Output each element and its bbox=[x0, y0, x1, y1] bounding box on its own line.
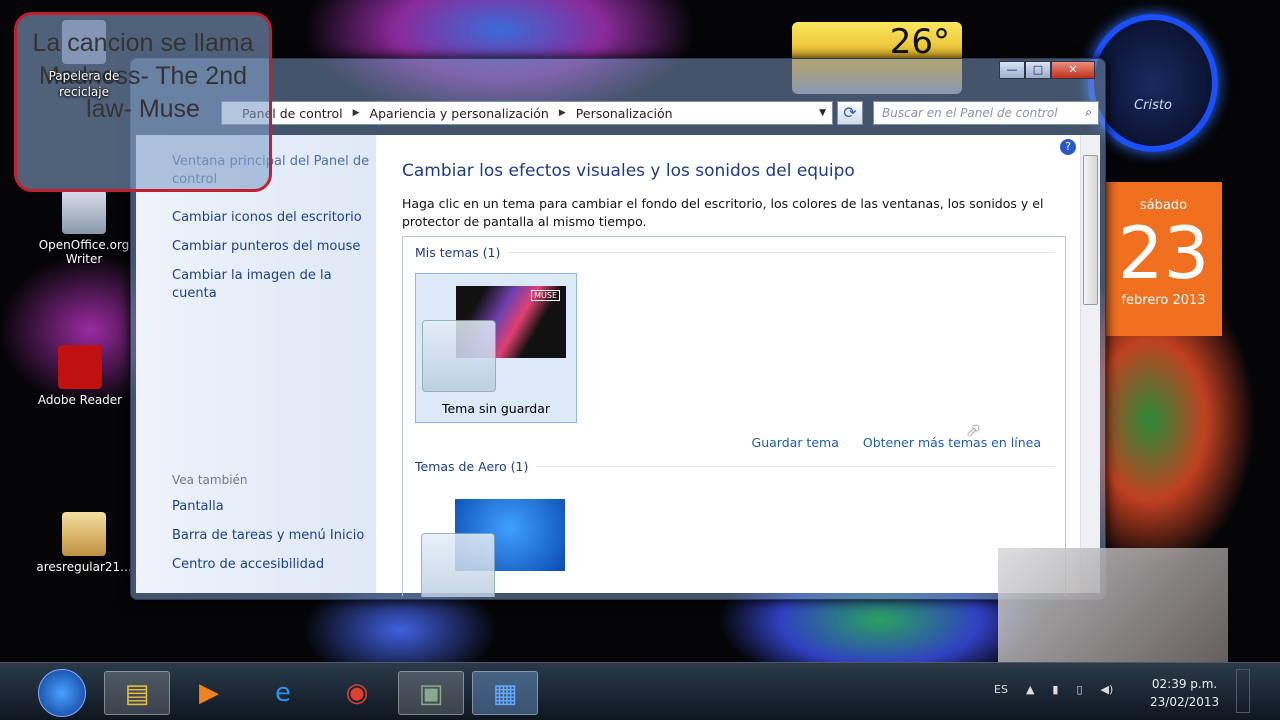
theme-actions: Guardar tema Obtener más temas en línea bbox=[752, 435, 1041, 450]
crumb-appearance[interactable]: Apariencia y personalización bbox=[370, 106, 549, 121]
page-description: Haga clic en un tema para cambiar el fon… bbox=[402, 196, 1044, 229]
themes-list: Mis temas (1) MUSE Tema sin guardar Guar… bbox=[402, 236, 1066, 597]
clock-time: 02:39 p.m. bbox=[1151, 677, 1218, 691]
language-indicator[interactable]: ES bbox=[994, 683, 1008, 696]
see-also: Vea también Pantalla Barra de tareas y m… bbox=[172, 473, 364, 585]
icon-label: Adobe Reader bbox=[37, 393, 123, 407]
taskbar-clock[interactable]: 02:39 p.m. 23/02/2013 bbox=[1150, 675, 1219, 711]
scrollbar-thumb[interactable] bbox=[1083, 155, 1098, 305]
address-bar[interactable]: Panel de control ▶ Apariencia y personali… bbox=[221, 101, 833, 125]
window-color-swatch bbox=[421, 533, 495, 597]
page-title: Cambiar los efectos visuales y los sonid… bbox=[402, 161, 855, 181]
group-label: Temas de Aero (1) bbox=[415, 459, 529, 474]
theme-windows7[interactable] bbox=[415, 487, 577, 597]
main-content: ? Cambiar los efectos visuales y los son… bbox=[376, 135, 1080, 597]
dropdown-icon[interactable]: ▼ bbox=[819, 108, 826, 118]
writer-icon bbox=[62, 190, 106, 234]
weather-temp: 26° bbox=[889, 22, 950, 62]
link-taskbar[interactable]: Barra de tareas y menú Inicio bbox=[172, 527, 364, 545]
show-desktop-button[interactable] bbox=[1236, 669, 1250, 713]
crumb-personalization[interactable]: Personalización bbox=[576, 106, 673, 121]
chevron-right-icon: ▶ bbox=[352, 108, 360, 118]
icon-label: OpenOffice.org Writer bbox=[38, 238, 130, 266]
volume-icon[interactable]: ◀) bbox=[1101, 683, 1114, 696]
clock-date: 23/02/2013 bbox=[1150, 695, 1220, 709]
calendar-gadget[interactable]: sábado 23 febrero 2013 bbox=[1105, 182, 1222, 336]
help-icon[interactable]: ? bbox=[1060, 139, 1076, 155]
window-controls: — □ ✕ bbox=[999, 61, 1095, 79]
desktop-icon-writer[interactable]: OpenOffice.org Writer bbox=[34, 190, 134, 266]
taskbar-chrome-icon[interactable]: ◉ bbox=[324, 671, 390, 715]
search-input[interactable]: Buscar en el Panel de control ⌕ bbox=[873, 101, 1099, 125]
mouse-cursor-icon: ➚ bbox=[966, 420, 982, 441]
video-caption-overlay: La cancion se llama Madness- The 2nd law… bbox=[14, 12, 272, 192]
theme-label: Tema sin guardar bbox=[441, 401, 551, 416]
search-icon: ⌕ bbox=[1085, 105, 1092, 119]
battery-icon[interactable]: ▯ bbox=[1076, 683, 1082, 696]
calendar-month: febrero 2013 bbox=[1121, 293, 1206, 308]
theme-unsaved[interactable]: MUSE Tema sin guardar bbox=[415, 273, 577, 423]
taskbar-explorer-icon[interactable]: ▤ bbox=[104, 671, 170, 715]
link-mouse-pointers[interactable]: Cambiar punteros del mouse bbox=[172, 238, 376, 256]
search-placeholder: Buscar en el Panel de control bbox=[882, 106, 1058, 120]
desktop-icon-ares[interactable]: aresregular21... bbox=[34, 512, 134, 574]
group-label: Mis temas (1) bbox=[415, 245, 501, 260]
maximize-button[interactable]: □ bbox=[1025, 61, 1051, 79]
system-tray: ES ▲ ▮ ▯ ◀) bbox=[994, 683, 1113, 696]
network-icon[interactable]: ▮ bbox=[1052, 683, 1058, 696]
refresh-button[interactable]: ⟳ bbox=[837, 101, 863, 125]
icon-label: aresregular21... bbox=[36, 560, 132, 574]
start-button[interactable] bbox=[38, 669, 86, 717]
more-themes-link[interactable]: Obtener más temas en línea bbox=[863, 435, 1041, 450]
installer-icon bbox=[62, 512, 106, 556]
clock-label: Cristo bbox=[1134, 98, 1172, 113]
taskbar: ▤ ▶ e ◉ ▣ ▦ ES ▲ ▮ ▯ ◀) 02:39 p.m. 23/02… bbox=[0, 662, 1280, 720]
window-color-swatch bbox=[422, 320, 496, 392]
see-also-heading: Vea también bbox=[172, 473, 248, 487]
chevron-right-icon: ▶ bbox=[558, 108, 566, 118]
taskbar-camera-icon[interactable]: ▣ bbox=[398, 671, 464, 715]
link-display[interactable]: Pantalla bbox=[172, 498, 364, 516]
calendar-day: 23 bbox=[1117, 211, 1210, 295]
desktop-icon-adobe-reader[interactable]: Adobe Reader bbox=[30, 345, 130, 407]
taskbar-ie-icon[interactable]: e bbox=[250, 671, 316, 715]
recycle-bin-label[interactable]: Papelera de reciclaje bbox=[34, 68, 134, 100]
scrollbar[interactable] bbox=[1080, 135, 1100, 593]
taskbar-control-panel-icon[interactable]: ▦ bbox=[472, 671, 538, 715]
adobe-reader-icon bbox=[58, 345, 102, 389]
link-desktop-icons[interactable]: Cambiar iconos del escritorio bbox=[172, 209, 376, 227]
minimize-button[interactable]: — bbox=[999, 61, 1025, 79]
muse-logo: MUSE bbox=[531, 290, 560, 301]
link-accessibility[interactable]: Centro de accesibilidad bbox=[172, 556, 364, 574]
taskbar-media-player-icon[interactable]: ▶ bbox=[176, 671, 242, 715]
clock-gadget[interactable]: Cristo bbox=[1088, 14, 1218, 152]
personalization-window: — □ ✕ Panel de control ▶ Apariencia y per… bbox=[130, 58, 1106, 600]
group-aero-themes: Temas de Aero (1) bbox=[415, 459, 1055, 474]
video-thumbnail-overlay bbox=[998, 548, 1228, 678]
close-button[interactable]: ✕ bbox=[1051, 61, 1095, 79]
save-theme-link[interactable]: Guardar tema bbox=[752, 435, 839, 450]
link-account-picture[interactable]: Cambiar la imagen de la cuenta bbox=[172, 267, 376, 303]
group-my-themes: Mis temas (1) bbox=[415, 245, 1055, 260]
show-hidden-icons[interactable]: ▲ bbox=[1026, 683, 1034, 696]
left-pane: Ventana principal del Panel de control C… bbox=[136, 135, 376, 593]
